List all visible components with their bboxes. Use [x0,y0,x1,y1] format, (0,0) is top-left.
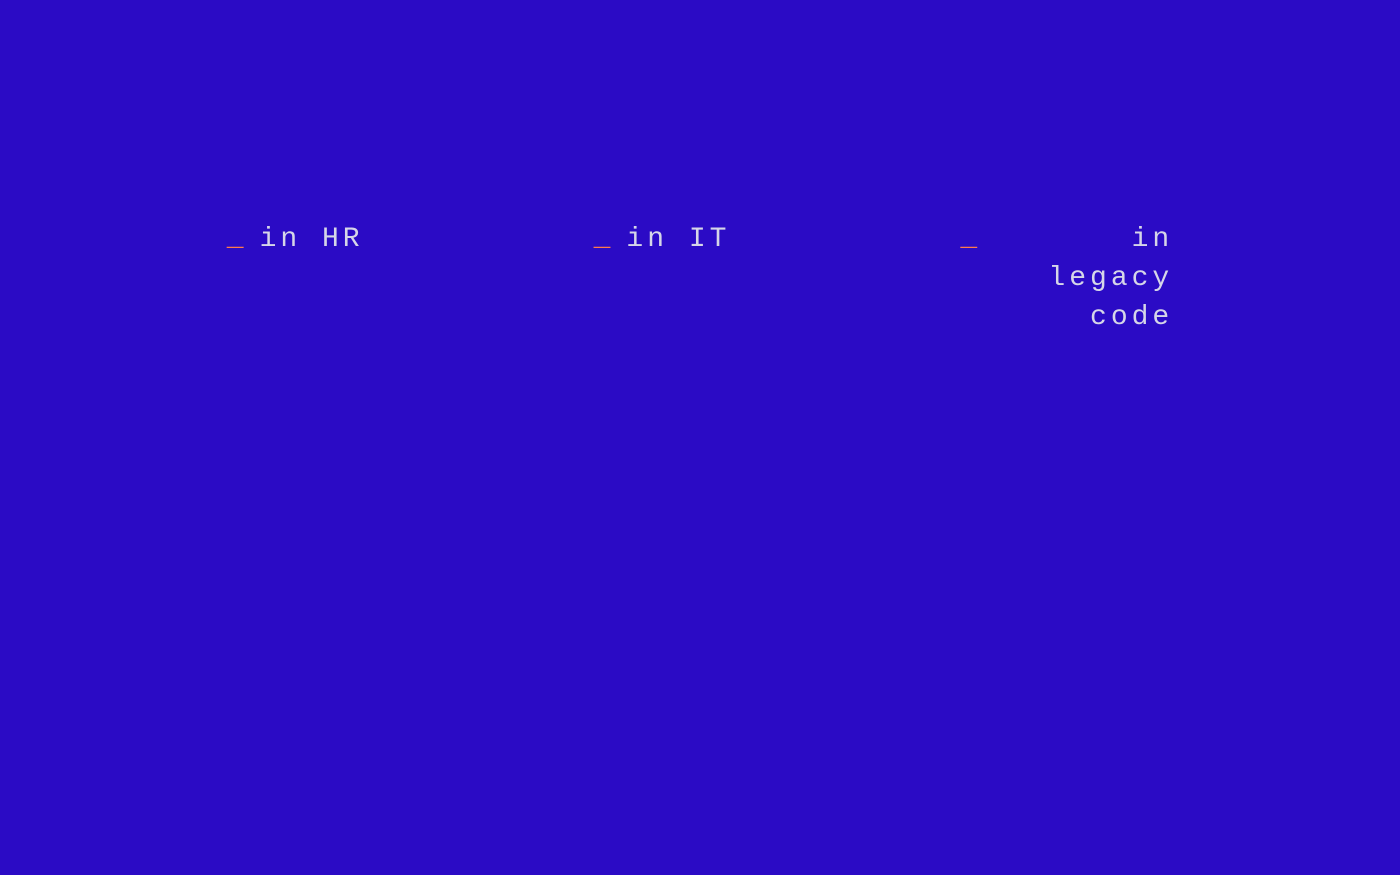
item-label: in HR [260,220,364,259]
item-legacy-code: _ in legacy code [960,220,1173,338]
item-it: _ in IT [594,220,731,338]
item-label: in legacy code [993,220,1173,338]
underscore-icon: _ [960,222,979,256]
item-label: in IT [626,220,730,259]
underscore-icon: _ [227,222,246,256]
item-hr: _ in HR [227,220,364,338]
items-row: _ in HR _ in IT _ in legacy code [0,220,1400,338]
underscore-icon: _ [594,222,613,256]
